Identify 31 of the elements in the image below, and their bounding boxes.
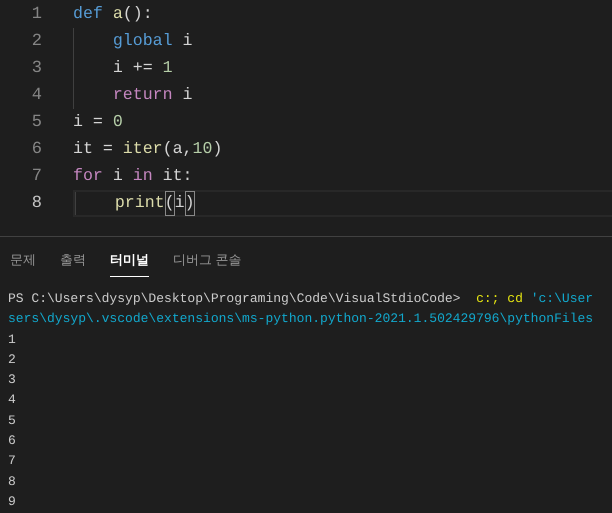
line-number: 1 [30,4,42,26]
terminal-line: 5 [8,412,17,430]
code-line: return i [73,82,612,109]
line-number: 5 [30,112,42,134]
code-line: i += 1 [73,55,612,82]
terminal-line: 6 [8,432,17,450]
code-line: it = iter(a,10) [73,138,224,160]
line-number: 8 [30,192,42,215]
line-number: 4 [30,84,42,107]
terminal-line: PS C:\Users\dysyp\Desktop\Programing\Code\VisualStdioCode> c:; cd 'c:\User [8,290,594,308]
code-line: for i in it: [73,165,194,188]
terminal-line: 9 [8,492,17,511]
panel-tab[interactable]: 터미널 [110,247,149,277]
terminal-line: 1 [8,330,17,349]
panel-tab[interactable]: 문제 [10,247,36,277]
code-line: global i [73,28,612,55]
terminal-line: 7 [8,452,17,470]
terminal-line: 2 [8,350,17,369]
code-line: def a(): [73,3,154,26]
line-number: 3 [30,58,42,80]
line-number: 7 [30,166,42,188]
terminal-line: 4 [8,391,17,410]
code-line: i = 0 [73,111,124,134]
line-number: 6 [30,138,42,161]
terminal-line: sers\dysyp\.vscode\extensions\ms-python.python-2021.1.502429796\pythonFiles [8,310,594,328]
panel-tab[interactable]: 출력 [60,247,86,277]
panel-tab[interactable]: 디버그 콘솔 [173,247,242,277]
terminal-line: 8 [8,472,17,491]
terminal-line: 3 [8,371,17,390]
code-line: print(i) [73,190,612,217]
line-number: 2 [30,30,42,53]
